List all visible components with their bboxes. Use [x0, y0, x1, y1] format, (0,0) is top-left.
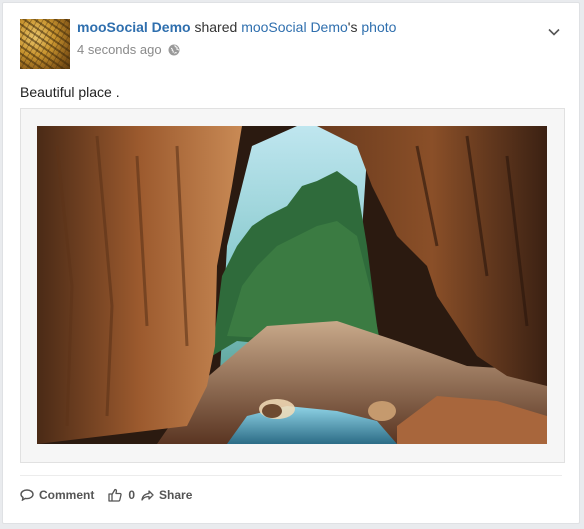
post-actions: Comment 0 Share — [20, 488, 192, 502]
thumbs-up-icon — [108, 488, 123, 502]
timestamp[interactable]: 4 seconds ago — [77, 42, 162, 57]
globe-icon — [168, 44, 180, 56]
object-link[interactable]: photo — [361, 19, 396, 35]
like-button[interactable] — [108, 488, 123, 502]
owner-link[interactable]: mooSocial Demo — [241, 19, 348, 35]
post-options-chevron-down-icon[interactable] — [547, 25, 561, 39]
comment-icon — [20, 489, 34, 501]
post-caption: Beautiful place . — [20, 84, 120, 100]
action-text: shared — [194, 19, 238, 35]
share-button[interactable]: Share — [141, 488, 192, 502]
post-header: mooSocial Demo shared mooSocial Demo's p… — [77, 19, 396, 35]
comment-label: Comment — [39, 488, 95, 502]
shared-photo[interactable] — [37, 126, 547, 444]
share-icon — [141, 489, 154, 501]
owner-suffix: 's — [347, 19, 358, 35]
comment-button[interactable]: Comment — [20, 488, 94, 502]
photo-attachment — [20, 108, 565, 463]
author-link[interactable]: mooSocial Demo — [77, 19, 191, 35]
post-meta: 4 seconds ago — [77, 42, 180, 57]
share-label: Share — [159, 488, 193, 502]
post-divider — [20, 475, 562, 476]
author-avatar[interactable] — [20, 19, 70, 69]
like-count[interactable]: 0 — [128, 488, 135, 502]
feed-post-card: mooSocial Demo shared mooSocial Demo's p… — [2, 2, 580, 524]
